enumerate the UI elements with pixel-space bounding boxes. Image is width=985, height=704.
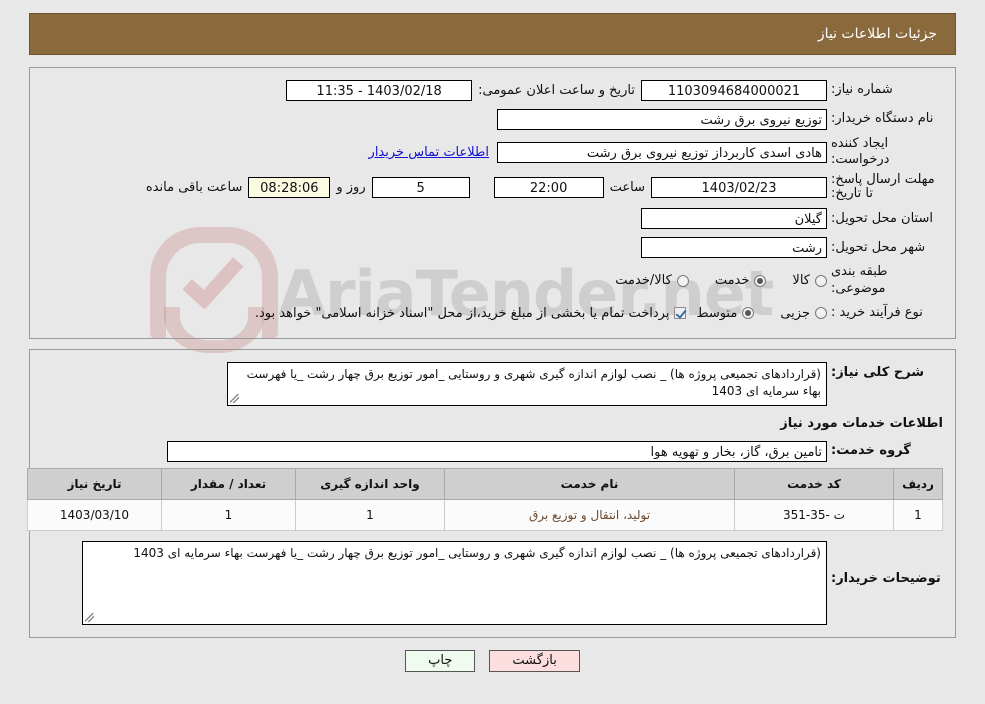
category-option-kala-khedmat[interactable]: کالا/خدمت	[615, 273, 689, 288]
purchase-type-radio-group: جزیی متوسط	[696, 306, 827, 321]
cell-code: ت -35-351	[734, 498, 894, 531]
buyer-notes-label: توضیحات خریدار:	[831, 570, 941, 586]
footer-buttons: بازگشت چاپ	[0, 649, 985, 672]
radio-icon[interactable]	[676, 274, 689, 287]
cell-quantity: 1	[161, 498, 296, 531]
city-label: شهر محل تحویل:	[831, 239, 926, 255]
table-header-row: ردیف کد خدمت نام خدمت واحد اندازه گیری ت…	[27, 467, 943, 500]
row-purchase-type: نوع فرآیند خرید : جزیی متوسط پرداخت تمام…	[42, 301, 943, 326]
public-announcement-label: تاریخ و ساعت اعلان عمومی:	[478, 83, 635, 98]
row-service-group: گروه خدمت: تامین برق، گاز، بخار و تهویه …	[42, 439, 943, 464]
province-label: استان محل تحویل:	[831, 210, 933, 226]
row-deadline: مهلت ارسال پاسخ: تا تاریخ: 1403/02/23 سا…	[42, 171, 943, 203]
cell-index: 1	[893, 498, 943, 531]
column-header-date: تاریخ نیاز	[27, 467, 162, 500]
category-option-label: کالا/خدمت	[615, 273, 672, 289]
city-value: رشت	[641, 237, 827, 259]
print-button[interactable]: چاپ	[405, 649, 476, 672]
category-option-label: خدمت	[714, 273, 750, 289]
need-number-label: شماره نیاز:	[831, 82, 893, 98]
deadline-hour-value: 22:00	[493, 176, 604, 198]
deadline-label: مهلت ارسال پاسخ: تا تاریخ:	[831, 171, 935, 202]
service-group-label: گروه خدمت:	[831, 443, 911, 459]
need-number-value: 1103094684000021	[641, 80, 827, 101]
cell-name: تولید، انتقال و توزیع برق	[444, 498, 735, 531]
category-option-label: کالا	[792, 273, 810, 289]
description-value: (قراردادهای تجمیعی پروژه ها) _ نصب لوازم…	[227, 361, 827, 406]
category-option-khedmat[interactable]: خدمت	[715, 273, 767, 288]
request-creator-value: هادی اسدی کاربرداز توزیع نیروی برق رشت	[497, 141, 827, 163]
column-header-name: نام خدمت	[444, 467, 735, 500]
buyer-contact-link[interactable]: اطلاعات تماس خریدار	[369, 145, 489, 160]
row-province: استان محل تحویل: گیلان	[42, 206, 943, 231]
services-table-wrapper: ردیف کد خدمت نام خدمت واحد اندازه گیری ت…	[27, 467, 943, 531]
row-buyer-notes: توضیحات خریدار: (قراردادهای تجمیعی پروژه…	[42, 540, 943, 625]
remaining-time-value: 08:28:06	[248, 176, 331, 198]
treasury-checkbox-item[interactable]: پرداخت تمام یا بخشی از مبلغ خرید،از محل …	[255, 306, 687, 321]
page-title: جزئیات اطلاعات نیاز	[817, 26, 937, 42]
page-header: جزئیات اطلاعات نیاز	[29, 13, 956, 55]
services-table: ردیف کد خدمت نام خدمت واحد اندازه گیری ت…	[27, 467, 943, 531]
need-info-panel: شماره نیاز: 1103094684000021 تاریخ و ساع…	[29, 67, 956, 339]
radio-icon[interactable]	[742, 307, 755, 320]
category-option-kala[interactable]: کالا	[792, 273, 827, 288]
column-header-index: ردیف	[893, 467, 943, 500]
table-row[interactable]: 1 ت -35-351 تولید، انتقال و توزیع برق 1 …	[27, 498, 943, 531]
category-radio-group: کالا خدمت کالا/خدمت	[615, 273, 827, 288]
column-header-quantity: تعداد / مقدار	[161, 467, 296, 500]
buyer-notes-value: (قراردادهای تجمیعی پروژه ها) _ نصب لوازم…	[82, 540, 827, 625]
province-value: گیلان	[641, 208, 827, 230]
deadline-date-value: 1403/02/23	[651, 176, 827, 198]
column-header-code: کد خدمت	[734, 467, 894, 500]
row-city: شهر محل تحویل: رشت	[42, 235, 943, 260]
purchase-type-label: نوع فرآیند خرید :	[831, 305, 923, 321]
column-header-unit: واحد اندازه گیری	[295, 467, 445, 500]
purchase-type-option-motavaset[interactable]: متوسط	[696, 305, 755, 321]
treasury-note: پرداخت تمام یا بخشی از مبلغ خرید،از محل …	[254, 305, 670, 321]
public-announcement-value: 1403/02/18 - 11:35	[286, 80, 473, 101]
radio-icon[interactable]	[815, 307, 827, 320]
request-creator-label: ایجاد کننده درخواست:	[831, 136, 890, 168]
description-label: شرح کلی نیاز:	[831, 364, 925, 380]
cell-unit: 1	[295, 498, 445, 531]
row-request-creator: ایجاد کننده درخواست: هادی اسدی کاربرداز …	[42, 136, 943, 169]
radio-icon[interactable]	[754, 274, 767, 287]
row-category: طبقه بندی موضوعی: کالا خدمت کالا/خدمت	[42, 264, 943, 297]
checkbox-icon[interactable]	[674, 307, 687, 320]
services-panel: شرح کلی نیاز: (قراردادهای تجمیعی پروژه ه…	[27, 348, 956, 638]
purchase-type-option-jozei[interactable]: جزیی	[780, 306, 827, 321]
remaining-days-value: 5	[371, 176, 470, 198]
purchase-type-option-label: جزیی	[780, 305, 810, 321]
services-section-title: اطلاعات خدمات مورد نیاز	[780, 415, 943, 431]
row-need-number: شماره نیاز: 1103094684000021 تاریخ و ساع…	[42, 78, 943, 103]
radio-icon[interactable]	[815, 274, 827, 287]
purchase-type-option-label: متوسط	[696, 305, 738, 321]
service-group-value: تامین برق، گاز، بخار و تهویه هوا	[167, 440, 827, 462]
back-button[interactable]: بازگشت	[489, 649, 580, 672]
remaining-days-label: روز و	[336, 179, 366, 195]
buyer-org-value: توزیع نیروی برق رشت	[497, 109, 827, 130]
row-description: شرح کلی نیاز: (قراردادهای تجمیعی پروژه ه…	[42, 361, 943, 406]
category-label: طبقه بندی موضوعی:	[831, 264, 888, 296]
buyer-org-label: نام دستگاه خریدار:	[831, 111, 934, 127]
row-buyer-org: نام دستگاه خریدار: توزیع نیروی برق رشت	[42, 107, 943, 132]
cell-need-date: 1403/03/10	[27, 498, 162, 531]
hour-label: ساعت	[609, 179, 645, 195]
remaining-time-label: ساعت باقی مانده	[145, 179, 243, 195]
